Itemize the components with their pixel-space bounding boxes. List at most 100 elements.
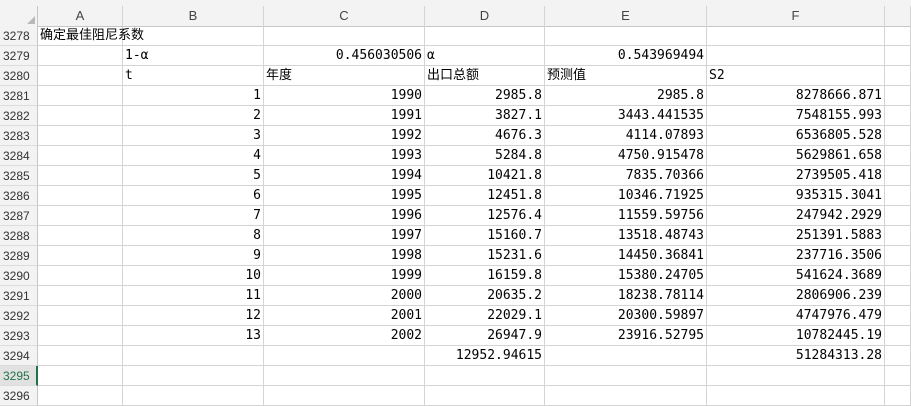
cell-a3286[interactable] (38, 186, 123, 206)
cell-f3295[interactable] (707, 366, 885, 386)
cell-d3285[interactable]: 10421.8 (425, 166, 545, 186)
cell-f3278[interactable] (707, 26, 885, 46)
cell-e3287[interactable]: 11559.59756 (545, 206, 707, 226)
row-header[interactable]: 3286 (0, 186, 38, 206)
cell-e3289[interactable]: 14450.36841 (545, 246, 707, 266)
select-all-corner[interactable] (0, 6, 38, 26)
cell-overflow[interactable] (885, 146, 911, 166)
cell-overflow[interactable] (885, 126, 911, 146)
cell-f3282[interactable]: 7548155.993 (707, 106, 885, 126)
cell-overflow[interactable] (885, 46, 911, 66)
cell-a3288[interactable] (38, 226, 123, 246)
cell-d3288[interactable]: 15160.7 (425, 226, 545, 246)
cell-e3284[interactable]: 4750.915478 (545, 146, 707, 166)
cell-overflow[interactable] (885, 326, 911, 346)
cell-d3295[interactable] (425, 366, 545, 386)
column-header-overflow[interactable] (885, 6, 911, 26)
cell-a3289[interactable] (38, 246, 123, 266)
cell-d3287[interactable]: 12576.4 (425, 206, 545, 226)
row-header[interactable]: 3288 (0, 226, 38, 246)
cell-a3291[interactable] (38, 286, 123, 306)
cell-b3296[interactable] (123, 386, 264, 406)
cell-overflow[interactable] (885, 246, 911, 266)
row-header[interactable]: 3289 (0, 246, 38, 266)
cell-d3289[interactable]: 15231.6 (425, 246, 545, 266)
cell-e3290[interactable]: 15380.24705 (545, 266, 707, 286)
cell-a3284[interactable] (38, 146, 123, 166)
cell-d3282[interactable]: 3827.1 (425, 106, 545, 126)
row-header[interactable]: 3285 (0, 166, 38, 186)
cell-c3289[interactable]: 1998 (264, 246, 425, 266)
cell-a3290[interactable] (38, 266, 123, 286)
cell-f3291[interactable]: 2806906.239 (707, 286, 885, 306)
cell-overflow[interactable] (885, 186, 911, 206)
cell-b3292[interactable]: 12 (123, 306, 264, 326)
cell-b3284[interactable]: 4 (123, 146, 264, 166)
cell-d3286[interactable]: 12451.8 (425, 186, 545, 206)
row-header[interactable]: 3284 (0, 146, 38, 166)
cell-c3291[interactable]: 2000 (264, 286, 425, 306)
cell-e3296[interactable] (545, 386, 707, 406)
cell-overflow[interactable] (885, 206, 911, 226)
cell-overflow[interactable] (885, 306, 911, 326)
column-header-a[interactable]: A (38, 6, 123, 26)
cell-a3285[interactable] (38, 166, 123, 186)
cell-c3292[interactable]: 2001 (264, 306, 425, 326)
cell-a3295[interactable] (38, 366, 123, 386)
cell-f3283[interactable]: 6536805.528 (707, 126, 885, 146)
cell-e3280[interactable]: 预测值 (545, 66, 707, 86)
cell-c3288[interactable]: 1997 (264, 226, 425, 246)
row-header[interactable]: 3278 (0, 26, 38, 46)
cell-b3295[interactable] (123, 366, 264, 386)
row-header[interactable]: 3296 (0, 386, 38, 406)
cell-f3284[interactable]: 5629861.658 (707, 146, 885, 166)
cell-b3293[interactable]: 13 (123, 326, 264, 346)
cell-e3282[interactable]: 3443.441535 (545, 106, 707, 126)
cell-a3281[interactable] (38, 86, 123, 106)
cell-a3287[interactable] (38, 206, 123, 226)
cell-c3281[interactable]: 1990 (264, 86, 425, 106)
cell-e3279[interactable]: 0.543969494 (545, 46, 707, 66)
cell-d3290[interactable]: 16159.8 (425, 266, 545, 286)
cell-overflow[interactable] (885, 166, 911, 186)
row-header[interactable]: 3279 (0, 46, 38, 66)
cell-a3279[interactable] (38, 46, 123, 66)
cell-f3279[interactable] (707, 46, 885, 66)
cell-overflow[interactable] (885, 346, 911, 366)
cell-c3287[interactable]: 1996 (264, 206, 425, 226)
cell-b3289[interactable]: 9 (123, 246, 264, 266)
cell-f3281[interactable]: 8278666.871 (707, 86, 885, 106)
cell-e3294[interactable] (545, 346, 707, 366)
cell-b3294[interactable] (123, 346, 264, 366)
column-header-d[interactable]: D (425, 6, 545, 26)
cell-c3284[interactable]: 1993 (264, 146, 425, 166)
cell-d3296[interactable] (425, 386, 545, 406)
cell-d3279[interactable]: α (425, 46, 545, 66)
cell-d3280[interactable]: 出口总额 (425, 66, 545, 86)
cell-c3280[interactable]: 年度 (264, 66, 425, 86)
cell-e3281[interactable]: 2985.8 (545, 86, 707, 106)
cell-d3284[interactable]: 5284.8 (425, 146, 545, 166)
cell-e3283[interactable]: 4114.07893 (545, 126, 707, 146)
cell-overflow[interactable] (885, 366, 911, 386)
row-header[interactable]: 3294 (0, 346, 38, 366)
cell-c3293[interactable]: 2002 (264, 326, 425, 346)
row-header[interactable]: 3287 (0, 206, 38, 226)
cell-a3296[interactable] (38, 386, 123, 406)
cell-f3290[interactable]: 541624.3689 (707, 266, 885, 286)
cell-e3295[interactable] (545, 366, 707, 386)
cell-e3278[interactable] (545, 26, 707, 46)
cell-a3283[interactable] (38, 126, 123, 146)
cell-b3283[interactable]: 3 (123, 126, 264, 146)
cell-c3285[interactable]: 1994 (264, 166, 425, 186)
cell-d3293[interactable]: 26947.9 (425, 326, 545, 346)
cell-f3289[interactable]: 237716.3506 (707, 246, 885, 266)
cell-d3283[interactable]: 4676.3 (425, 126, 545, 146)
cell-b3288[interactable]: 8 (123, 226, 264, 246)
cell-overflow[interactable] (885, 26, 911, 46)
cell-overflow[interactable] (885, 286, 911, 306)
cell-b3279[interactable]: 1-α (123, 46, 264, 66)
row-header[interactable]: 3292 (0, 306, 38, 326)
row-header[interactable]: 3283 (0, 126, 38, 146)
cell-b3280[interactable]: t (123, 66, 264, 86)
